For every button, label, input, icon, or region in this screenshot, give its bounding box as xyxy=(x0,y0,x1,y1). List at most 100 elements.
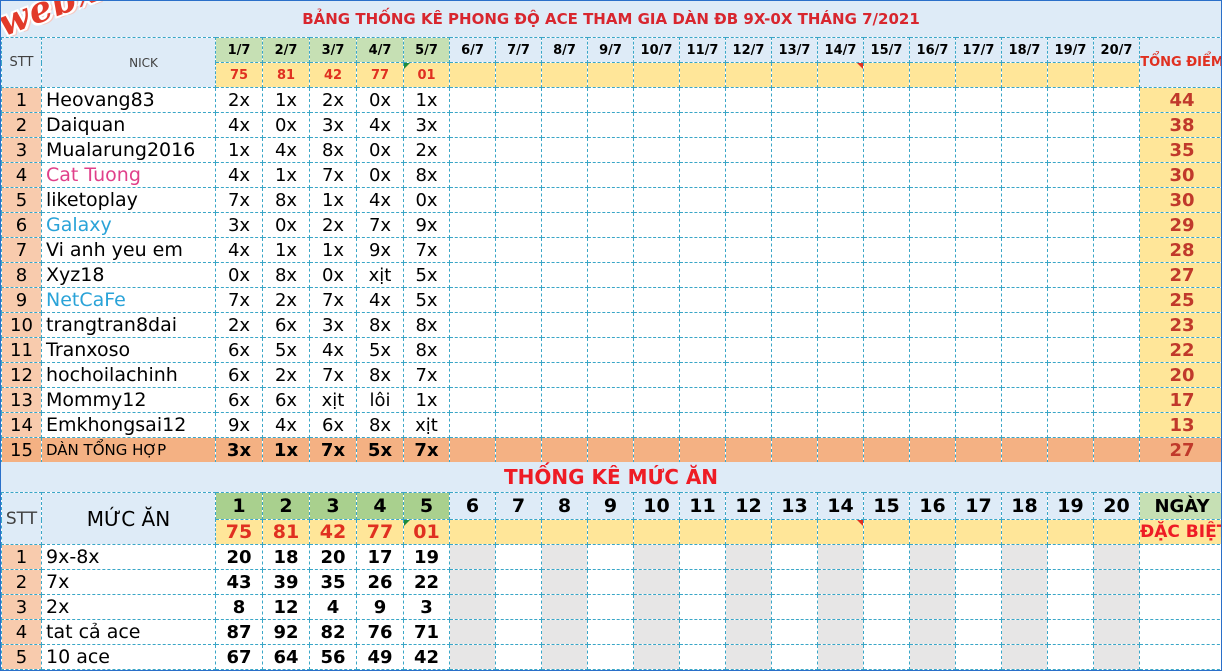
summary-cell[interactable]: 3x xyxy=(215,437,263,463)
row-nick[interactable]: hochoilachinh xyxy=(41,362,216,388)
empty-cell[interactable] xyxy=(955,237,1002,263)
empty-cell[interactable] xyxy=(1093,387,1140,413)
empty-cell[interactable] xyxy=(587,437,634,463)
empty-cell[interactable] xyxy=(679,412,726,438)
empty-cell[interactable] xyxy=(449,619,496,645)
empty-cell[interactable] xyxy=(1001,644,1048,670)
empty-cell[interactable] xyxy=(1047,262,1094,288)
empty-cell[interactable] xyxy=(909,619,956,645)
empty-cell[interactable] xyxy=(863,162,910,188)
score-cell[interactable]: 0x xyxy=(356,87,404,113)
score-cell[interactable]: 1x xyxy=(403,387,450,413)
empty-cell[interactable] xyxy=(495,112,542,138)
empty-cell[interactable] xyxy=(633,362,680,388)
empty-cell[interactable] xyxy=(541,594,588,620)
empty-cell[interactable] xyxy=(541,187,588,213)
row-total[interactable]: 23 xyxy=(1139,312,1221,338)
score-cell[interactable]: 7x xyxy=(403,237,450,263)
empty-cell[interactable] xyxy=(817,212,864,238)
empty-cell[interactable] xyxy=(725,544,772,570)
empty-cell[interactable] xyxy=(495,137,542,163)
empty-cell[interactable] xyxy=(955,87,1002,113)
empty-cell[interactable] xyxy=(725,262,772,288)
empty-cell[interactable] xyxy=(863,412,910,438)
empty-cell[interactable] xyxy=(633,187,680,213)
score-cell[interactable]: 0x xyxy=(262,212,310,238)
empty-cell[interactable] xyxy=(541,544,588,570)
empty-cell[interactable] xyxy=(863,187,910,213)
empty-cell[interactable] xyxy=(771,362,818,388)
empty-cell[interactable] xyxy=(541,312,588,338)
score-cell[interactable]: 6x xyxy=(262,312,310,338)
empty-cell[interactable] xyxy=(541,437,588,463)
empty-cell[interactable] xyxy=(587,287,634,313)
empty-cell[interactable] xyxy=(955,337,1002,363)
empty-cell[interactable] xyxy=(909,569,956,595)
score-cell[interactable]: 6x xyxy=(262,387,310,413)
empty-cell[interactable] xyxy=(633,594,680,620)
empty-cell[interactable] xyxy=(541,237,588,263)
empty-cell[interactable] xyxy=(1093,412,1140,438)
empty-cell[interactable] xyxy=(679,644,726,670)
empty-cell[interactable] xyxy=(725,337,772,363)
empty-cell[interactable] xyxy=(1093,544,1140,570)
empty-cell[interactable] xyxy=(1093,162,1140,188)
empty-cell[interactable] xyxy=(1001,544,1048,570)
empty-cell[interactable] xyxy=(541,362,588,388)
empty-cell[interactable] xyxy=(587,187,634,213)
empty-cell[interactable] xyxy=(679,387,726,413)
empty-cell[interactable] xyxy=(909,437,956,463)
empty-cell[interactable] xyxy=(587,594,634,620)
empty-cell[interactable] xyxy=(495,87,542,113)
empty-cell[interactable] xyxy=(909,262,956,288)
empty-cell[interactable] xyxy=(817,137,864,163)
score-cell[interactable]: 3x xyxy=(403,112,450,138)
row-nick[interactable]: Mommy12 xyxy=(41,387,216,413)
row-total[interactable]: 29 xyxy=(1139,212,1221,238)
empty-cell[interactable] xyxy=(725,644,772,670)
score-cell[interactable]: 6x xyxy=(215,362,263,388)
score-cell[interactable]: 6x xyxy=(215,337,263,363)
empty-cell[interactable] xyxy=(679,212,726,238)
empty-cell[interactable] xyxy=(955,569,1002,595)
empty-cell[interactable] xyxy=(495,237,542,263)
empty-cell[interactable] xyxy=(817,544,864,570)
score-cell[interactable]: 2x xyxy=(215,312,263,338)
empty-cell[interactable] xyxy=(863,87,910,113)
empty-cell[interactable] xyxy=(1001,337,1048,363)
empty-cell[interactable] xyxy=(495,387,542,413)
empty-cell[interactable] xyxy=(587,137,634,163)
empty-cell[interactable] xyxy=(679,569,726,595)
score-cell[interactable]: 2x xyxy=(262,362,310,388)
empty-cell[interactable] xyxy=(587,569,634,595)
empty-cell[interactable] xyxy=(1001,619,1048,645)
empty-cell[interactable] xyxy=(909,137,956,163)
empty-cell[interactable] xyxy=(771,594,818,620)
empty-cell[interactable] xyxy=(909,644,956,670)
empty-cell[interactable] xyxy=(1001,137,1048,163)
empty-cell[interactable] xyxy=(863,644,910,670)
empty-cell[interactable] xyxy=(1093,212,1140,238)
row-total[interactable]: 25 xyxy=(1139,287,1221,313)
empty-cell[interactable] xyxy=(817,337,864,363)
empty-cell[interactable] xyxy=(771,212,818,238)
result-cell[interactable]: 77 xyxy=(356,62,404,88)
empty-cell[interactable] xyxy=(541,212,588,238)
empty-cell[interactable] xyxy=(1047,644,1094,670)
row-nick[interactable]: Vi anh yeu em xyxy=(41,237,216,263)
count-cell[interactable]: 8 xyxy=(215,594,263,620)
empty-cell[interactable] xyxy=(587,112,634,138)
empty-cell[interactable] xyxy=(1139,644,1221,670)
empty-cell[interactable] xyxy=(725,137,772,163)
empty-cell[interactable] xyxy=(1001,312,1048,338)
result-cell[interactable]: 81 xyxy=(262,519,310,545)
empty-cell[interactable] xyxy=(495,162,542,188)
empty-cell[interactable] xyxy=(817,312,864,338)
empty-cell[interactable] xyxy=(817,387,864,413)
result-cell[interactable] xyxy=(863,62,910,88)
count-cell[interactable]: 12 xyxy=(262,594,310,620)
empty-cell[interactable] xyxy=(633,644,680,670)
empty-cell[interactable] xyxy=(1093,137,1140,163)
empty-cell[interactable] xyxy=(909,312,956,338)
row-nick[interactable]: Cat Tuong xyxy=(41,162,216,188)
